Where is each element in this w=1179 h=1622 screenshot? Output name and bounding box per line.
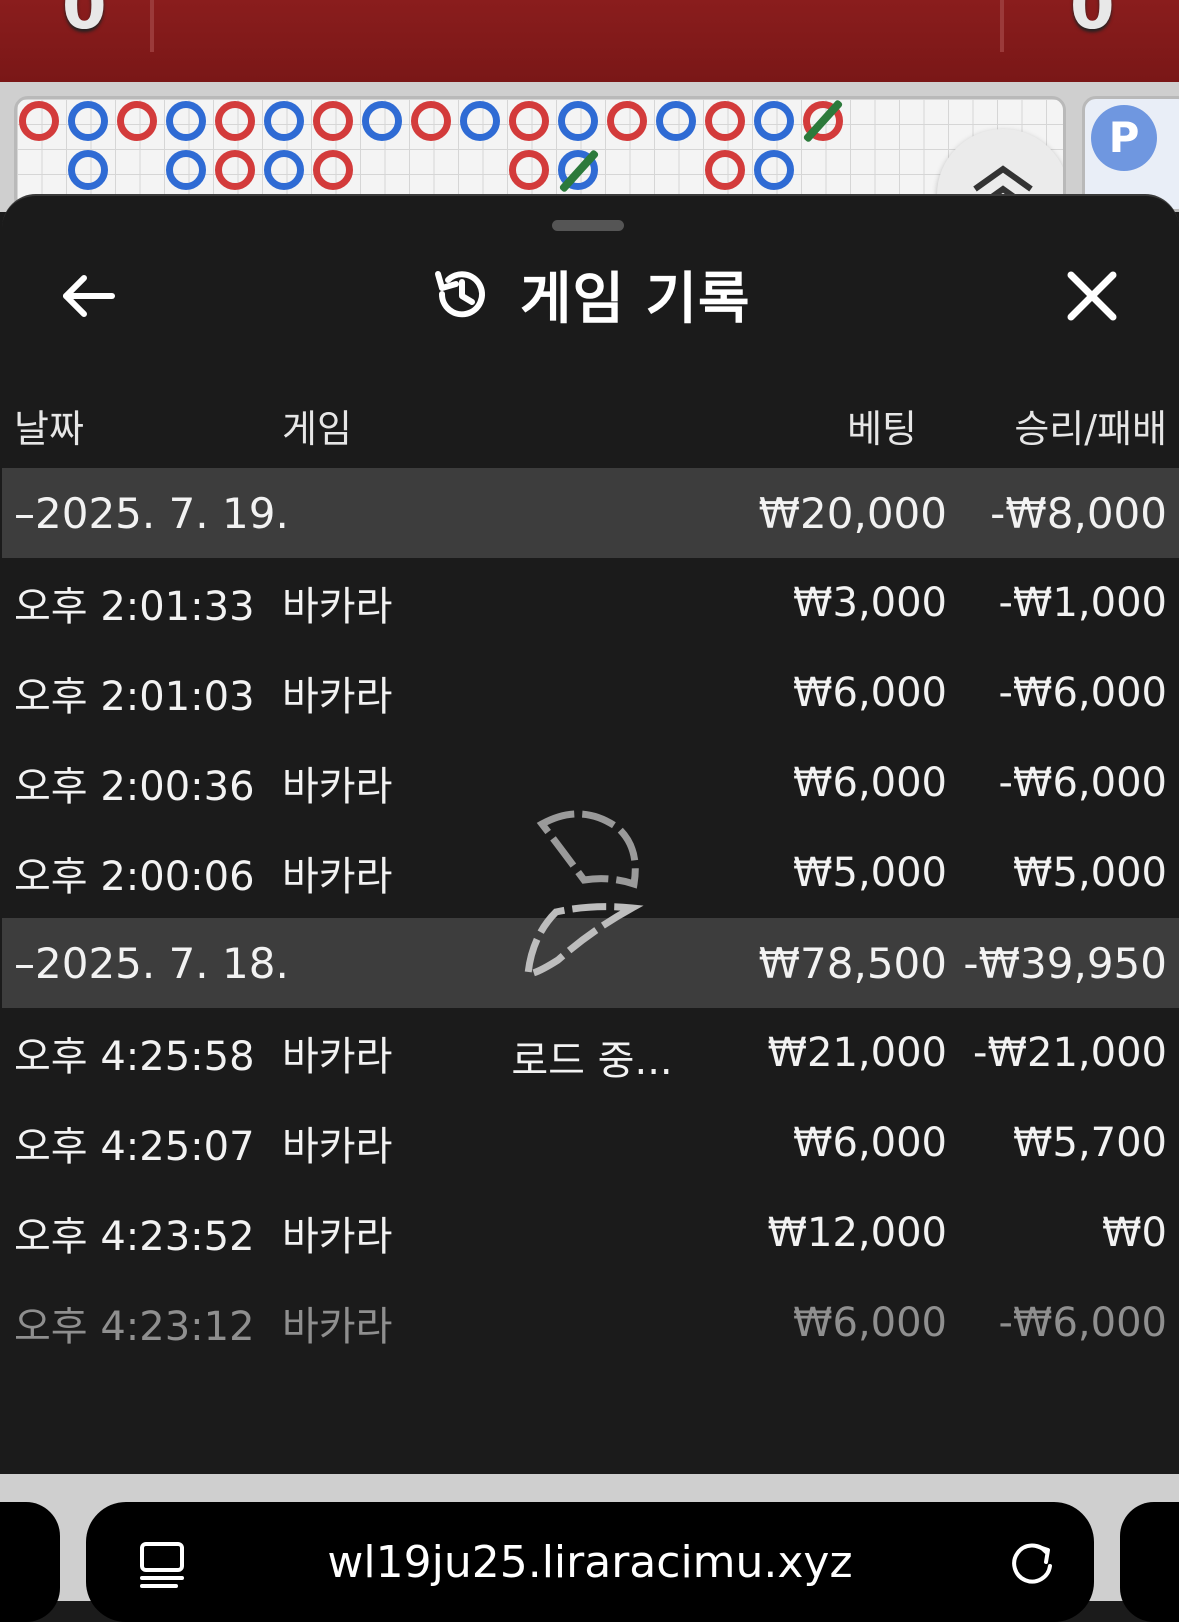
sheet-title: 게임 기록 [432, 252, 751, 336]
row-result: -₩21,000 [973, 1030, 1167, 1076]
column-header-bet: 베팅 [847, 407, 917, 451]
date-group-row[interactable]: –2025. 7. 19. ₩20,000 -₩8,000 [2, 468, 1179, 558]
row-time: 오후 2:01:33 [14, 584, 255, 630]
frame-divider [150, 0, 154, 52]
back-arrow-icon [63, 275, 115, 317]
history-row[interactable]: 오후 4:25:07 바카라 ₩6,000 ₩5,700 [2, 1098, 1179, 1188]
group-result-total: -₩39,950 [963, 938, 1167, 988]
sheet-grabber[interactable] [552, 220, 624, 231]
loading-spinner-icon [524, 810, 644, 978]
bead-banker [509, 150, 549, 190]
row-result: -₩6,000 [998, 1300, 1168, 1346]
previous-tab[interactable] [0, 1502, 60, 1622]
browser-toolbar: wl19ju25.liraracimu.xyz [0, 1474, 1179, 1622]
history-row[interactable]: 오후 4:23:52 바카라 ₩12,000 ₩0 [2, 1188, 1179, 1278]
group-bet-total: ₩20,000 [758, 488, 948, 538]
close-button[interactable] [1052, 256, 1132, 336]
frame-divider [1000, 0, 1004, 52]
row-bet: ₩6,000 [792, 670, 947, 716]
bead-player [166, 101, 206, 141]
row-time: 오후 4:23:12 [14, 1304, 255, 1350]
bead-player [264, 101, 304, 141]
bead-banker [19, 101, 59, 141]
bead-banker [509, 101, 549, 141]
history-row[interactable]: 오후 4:23:12 바카라 ₩6,000 -₩6,000 [2, 1278, 1179, 1368]
row-game: 바카라 [282, 1034, 393, 1080]
row-game: 바카라 [282, 1124, 393, 1170]
history-row[interactable]: 오후 2:01:33 바카라 ₩3,000 -₩1,000 [2, 558, 1179, 648]
row-game: 바카라 [282, 764, 393, 810]
row-game: 바카라 [282, 1214, 393, 1260]
row-bet: ₩6,000 [792, 1300, 947, 1346]
bead-banker [313, 150, 353, 190]
group-date: –2025. 7. 18. [14, 938, 289, 988]
row-time: 오후 4:23:52 [14, 1214, 255, 1260]
next-tab[interactable] [1120, 1502, 1179, 1622]
bead-player [754, 101, 794, 141]
left-score: 0 [62, 0, 107, 44]
row-time: 오후 4:25:58 [14, 1034, 255, 1080]
column-header-result: 승리/패배 [1014, 407, 1167, 451]
bead-player [68, 150, 108, 190]
row-time: 오후 2:01:03 [14, 674, 255, 720]
row-bet: ₩6,000 [792, 1120, 947, 1166]
column-header-game: 게임 [282, 407, 352, 451]
row-result: -₩6,000 [998, 670, 1168, 716]
bead-player [656, 101, 696, 141]
bead-banker [117, 101, 157, 141]
bead-banker [705, 101, 745, 141]
bead-banker [411, 101, 451, 141]
bead-banker [607, 101, 647, 141]
row-bet: ₩5,000 [792, 850, 947, 896]
bead-player [264, 150, 304, 190]
history-row[interactable]: 오후 2:01:03 바카라 ₩6,000 -₩6,000 [2, 648, 1179, 738]
page-title: 게임 기록 [520, 266, 751, 332]
row-result: -₩1,000 [998, 580, 1168, 626]
bead-player [166, 150, 206, 190]
bead-banker [705, 150, 745, 190]
game-table-header: 0 0 [0, 0, 1179, 82]
row-bet: ₩3,000 [792, 580, 947, 626]
reload-icon[interactable] [1006, 1536, 1058, 1588]
row-result: ₩0 [1102, 1210, 1167, 1256]
row-time: 오후 2:00:36 [14, 764, 255, 810]
bead-banker [313, 101, 353, 141]
back-button[interactable] [48, 256, 128, 336]
row-game: 바카라 [282, 854, 393, 900]
row-bet: ₩12,000 [767, 1210, 947, 1256]
address-bar[interactable]: wl19ju25.liraracimu.xyz [86, 1502, 1094, 1622]
row-bet: ₩21,000 [767, 1030, 947, 1076]
row-result: ₩5,000 [1012, 850, 1167, 896]
group-date: –2025. 7. 19. [14, 488, 289, 538]
player-badge: P [1091, 105, 1157, 171]
bead-banker [215, 150, 255, 190]
bead-player [558, 101, 598, 141]
bead-player [362, 101, 402, 141]
row-time: 오후 4:25:07 [14, 1124, 255, 1170]
loading-text: 로드 중... [511, 1038, 673, 1084]
column-header-date: 날짜 [14, 407, 84, 451]
group-bet-total: ₩78,500 [758, 938, 948, 988]
bead-player [68, 101, 108, 141]
row-time: 오후 2:00:06 [14, 854, 255, 900]
group-result-total: -₩8,000 [990, 488, 1167, 538]
right-score: 0 [1070, 0, 1115, 44]
row-result: ₩5,700 [1012, 1120, 1167, 1166]
row-game: 바카라 [282, 674, 393, 720]
close-icon [1067, 271, 1117, 321]
row-result: -₩6,000 [998, 760, 1168, 806]
row-game: 바카라 [282, 584, 393, 630]
row-game: 바카라 [282, 1304, 393, 1350]
history-icon [435, 271, 485, 318]
scoreboard-area: P [0, 82, 1179, 212]
bead-player [460, 101, 500, 141]
row-bet: ₩6,000 [792, 760, 947, 806]
bead-player [754, 150, 794, 190]
url-text: wl19ju25.liraracimu.xyz [327, 1536, 853, 1588]
game-history-sheet: 게임 기록 날짜 게임 베팅 승리/패배 –2025. 7. 19. ₩20,0… [2, 194, 1179, 1474]
bead-banker [215, 101, 255, 141]
